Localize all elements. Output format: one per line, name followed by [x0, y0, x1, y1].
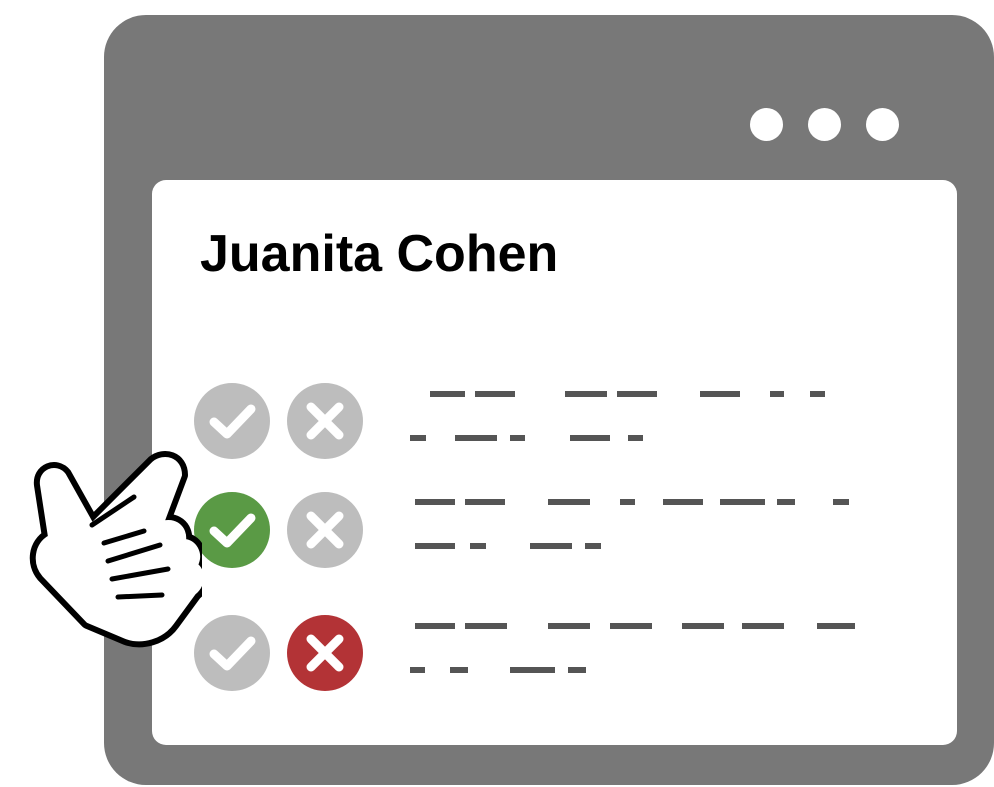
- x-icon: [287, 615, 363, 691]
- browser-window: Juanita Cohen: [104, 15, 994, 785]
- pointing-hand-icon: [22, 445, 202, 650]
- window-dot-3[interactable]: [866, 108, 899, 141]
- placeholder-text: [385, 386, 855, 446]
- check-icon: [194, 492, 270, 568]
- approve-button[interactable]: [194, 615, 270, 691]
- x-icon: [287, 383, 363, 459]
- reject-button[interactable]: [287, 492, 363, 568]
- x-icon: [287, 492, 363, 568]
- illustration: Juanita Cohen: [0, 0, 994, 787]
- page-title: Juanita Cohen: [200, 225, 559, 283]
- placeholder-text: [385, 496, 855, 556]
- approve-button[interactable]: [194, 492, 270, 568]
- window-dot-2[interactable]: [808, 108, 841, 141]
- placeholder-text: [385, 620, 855, 680]
- approve-button[interactable]: [194, 383, 270, 459]
- window-dot-1[interactable]: [750, 108, 783, 141]
- check-icon: [194, 383, 270, 459]
- reject-button[interactable]: [287, 615, 363, 691]
- check-icon: [194, 615, 270, 691]
- window-controls: [750, 108, 899, 141]
- reject-button[interactable]: [287, 383, 363, 459]
- content-panel: Juanita Cohen: [152, 180, 957, 745]
